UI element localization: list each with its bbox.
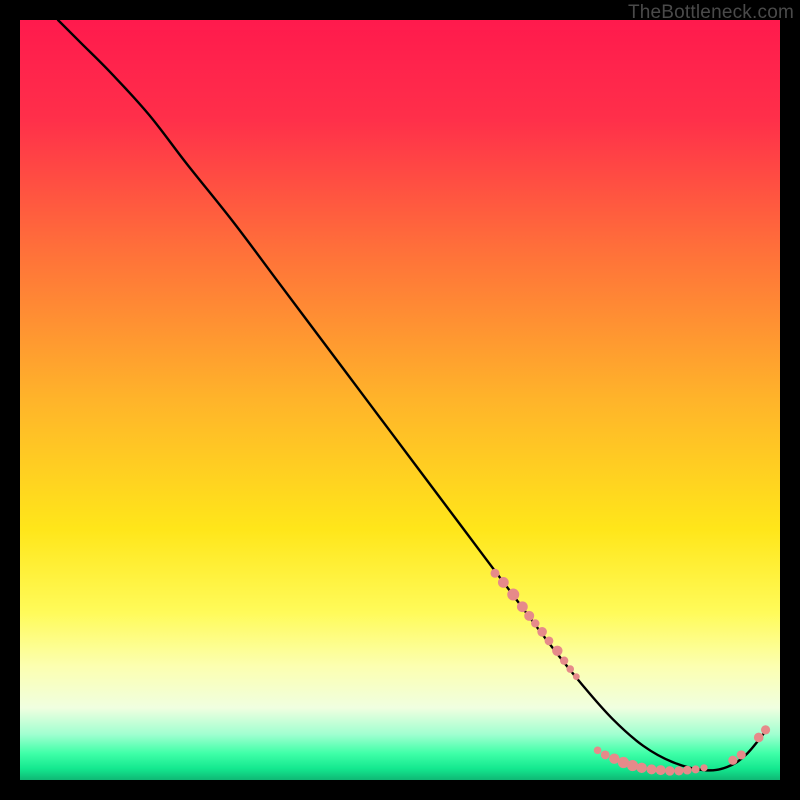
data-dot — [674, 766, 683, 775]
data-dot — [517, 601, 528, 612]
data-dot — [601, 751, 610, 760]
data-dot — [665, 766, 675, 776]
data-dot — [573, 673, 580, 680]
data-dot — [491, 569, 500, 578]
data-dot — [545, 637, 554, 646]
chart-stage: TheBottleneck.com — [0, 0, 800, 800]
data-dot — [647, 764, 657, 774]
data-dot — [627, 760, 638, 771]
data-dot — [594, 747, 602, 755]
data-dot — [656, 765, 666, 775]
data-dot — [761, 725, 770, 734]
data-dot — [700, 764, 707, 771]
data-dot — [566, 665, 574, 673]
data-dot — [737, 750, 746, 759]
data-dot — [754, 733, 764, 743]
data-dot — [692, 765, 700, 773]
chart-background — [20, 20, 780, 780]
data-dot — [531, 619, 539, 627]
data-dot — [537, 627, 547, 637]
data-dot — [683, 766, 692, 775]
data-dot — [560, 656, 568, 664]
data-dot — [728, 756, 737, 765]
data-dot — [552, 646, 562, 656]
data-dot — [498, 577, 509, 588]
chart-svg — [20, 20, 780, 780]
data-dot — [507, 589, 519, 601]
data-dot — [524, 611, 534, 621]
data-dot — [636, 763, 646, 773]
